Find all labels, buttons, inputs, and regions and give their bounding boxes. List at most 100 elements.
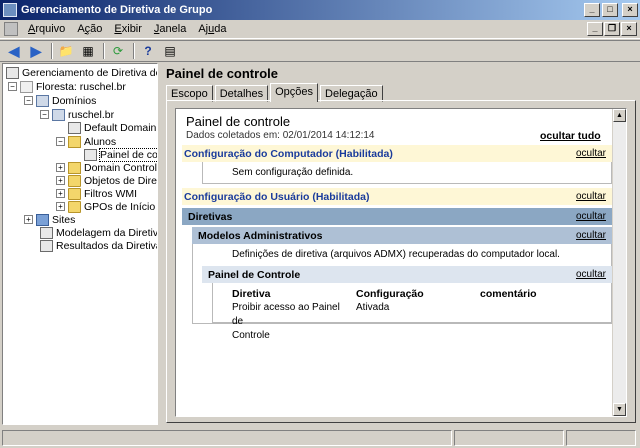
- help-icon[interactable]: ?: [138, 42, 158, 60]
- back-arrow-icon[interactable]: ◀: [4, 42, 24, 60]
- menu-janela[interactable]: Janela: [148, 23, 192, 35]
- title-bar: Gerenciamento de Diretiva de Grupo _ □ ×: [0, 0, 640, 20]
- collapse-icon[interactable]: −: [8, 82, 17, 91]
- tab-strip: Escopo Detalhes Opções Delegação: [166, 83, 385, 102]
- tree-item-gp-results[interactable]: Resultados da Diretiva de: [40, 239, 157, 252]
- toolbar: ◀ ▶ 📁 ▦ ⟳ ? ▤: [0, 40, 640, 62]
- domains-icon: [36, 94, 49, 107]
- tab-opcoes[interactable]: Opções: [270, 83, 319, 102]
- computer-config-hide-link[interactable]: ocultar: [576, 148, 612, 159]
- gpmc-app-icon: [3, 3, 17, 17]
- refresh-icon[interactable]: ⟳: [108, 42, 128, 60]
- user-config-label: Configuração do Usuário (Habilitada): [184, 190, 370, 203]
- ou-folder-icon: [68, 161, 81, 174]
- tree-item-label: Objetos de Diretiv: [84, 174, 157, 187]
- control-panel-label: Painel de Controle: [208, 268, 301, 281]
- admin-templates-hide-link[interactable]: ocultar: [576, 230, 612, 241]
- collapse-icon[interactable]: −: [40, 110, 49, 119]
- collapse-icon[interactable]: −: [24, 96, 33, 105]
- tree-item-label: Modelagem da Diretiva de: [56, 226, 158, 239]
- gpmc-icon: [6, 66, 19, 79]
- control-panel-band: Painel de Controle ocultar: [202, 266, 612, 283]
- menu-acao[interactable]: Ação: [71, 23, 108, 35]
- expand-icon[interactable]: +: [56, 176, 65, 185]
- user-config-hide-link[interactable]: ocultar: [576, 191, 612, 202]
- close-button[interactable]: ×: [622, 3, 638, 17]
- forest-icon: [20, 80, 33, 93]
- show-hide-tree-icon[interactable]: ▦: [78, 42, 98, 60]
- menu-arquivo[interactable]: Arquivo: [22, 23, 71, 35]
- folder-icon: [68, 174, 81, 187]
- admx-note-text: Definições de diretiva (arquivos ADMX) r…: [232, 249, 560, 260]
- policy-name-line1: Proibir acesso ao Painel de: [232, 302, 340, 327]
- user-config-section: Configuração do Usuário (Habilitada) ocu…: [182, 188, 612, 205]
- details-pane: Painel de controle Escopo Detalhes Opçõe…: [162, 63, 638, 425]
- tree-item-label: Resultados da Diretiva de: [56, 239, 157, 252]
- report-vertical-scrollbar[interactable]: ▲ ▼: [612, 109, 626, 416]
- menu-ajuda[interactable]: Ajuda: [192, 23, 232, 35]
- tab-panel: Painel de controle Dados coletados em: 0…: [166, 100, 636, 423]
- policies-label: Diretivas: [188, 210, 233, 223]
- tree-item-gp-modeling[interactable]: Modelagem da Diretiva de: [40, 226, 158, 239]
- col-header-comment: comentário: [480, 288, 537, 300]
- properties-icon[interactable]: ▤: [160, 42, 180, 60]
- collapse-icon[interactable]: −: [56, 137, 65, 146]
- report-title: Painel de controle: [186, 114, 291, 129]
- tree-item-label: Domínios: [52, 94, 97, 107]
- status-cell-2: [454, 430, 564, 446]
- policies-band: Diretivas ocultar: [182, 208, 612, 225]
- ou-folder-icon: [68, 135, 81, 148]
- tree-item-forest[interactable]: − Floresta: ruschel.br: [8, 80, 126, 93]
- tree-item-default-domain-policy[interactable]: Default Domain Po: [68, 121, 157, 134]
- policies-hide-link[interactable]: ocultar: [576, 211, 612, 222]
- up-folder-icon[interactable]: 📁: [56, 42, 76, 60]
- expand-icon[interactable]: +: [56, 163, 65, 172]
- tree-item-label: ruschel.br: [68, 108, 115, 121]
- tree-item-label: Default Domain Po: [84, 121, 157, 134]
- minimize-button[interactable]: _: [584, 3, 600, 17]
- results-icon: [40, 239, 53, 252]
- table-row-setting: Ativada: [356, 302, 390, 313]
- tree-item-sites[interactable]: + Sites: [24, 213, 75, 226]
- admin-templates-band: Modelos Administrativos ocultar: [192, 227, 612, 244]
- tree-item-label: Painel de contr: [98, 147, 157, 162]
- mdi-window-icon[interactable]: [4, 22, 18, 36]
- tree-item-painel-controle[interactable]: Painel de contr: [84, 147, 157, 162]
- expand-icon[interactable]: +: [56, 189, 65, 198]
- tree-item-alunos[interactable]: − Alunos: [56, 135, 116, 148]
- console-tree: Gerenciamento de Diretiva de Grupo − Flo…: [2, 63, 158, 425]
- tree-item-domains[interactable]: − Domínios: [24, 94, 96, 107]
- computer-config-section: Configuração do Computador (Habilitada) …: [182, 145, 612, 162]
- report-collected-date: Dados coletados em: 02/01/2014 14:12:14: [186, 130, 375, 141]
- scroll-up-arrow-icon[interactable]: ▲: [613, 109, 626, 122]
- pane-splitter[interactable]: [158, 63, 161, 425]
- col-header-policy: Diretiva: [232, 288, 271, 300]
- control-panel-hide-link[interactable]: ocultar: [576, 269, 612, 280]
- tree-item-label: Domain Controller: [84, 161, 157, 174]
- menu-bar: Arquivo Ação Exibir Janela Ajuda _ ❐ ×: [0, 20, 640, 39]
- folder-icon: [68, 200, 81, 213]
- scroll-down-arrow-icon[interactable]: ▼: [613, 403, 626, 416]
- sites-icon: [36, 213, 49, 226]
- tree-item-gpmc-root[interactable]: Gerenciamento de Diretiva de Grupo: [6, 66, 157, 79]
- gpo-link-icon: [68, 121, 81, 134]
- forward-arrow-icon[interactable]: ▶: [26, 42, 46, 60]
- status-cell-main: [2, 430, 452, 446]
- toolbar-separator: [51, 43, 53, 59]
- tree-item-domain[interactable]: − ruschel.br: [40, 108, 114, 121]
- hide-all-link[interactable]: ocultar tudo: [540, 130, 601, 142]
- mdi-restore-button[interactable]: ❐: [604, 22, 620, 36]
- expand-icon[interactable]: +: [56, 202, 65, 211]
- tree-item-label: Gerenciamento de Diretiva de Grupo: [22, 66, 157, 79]
- mdi-close-button[interactable]: ×: [621, 22, 637, 36]
- tree-item-label: Floresta: ruschel.br: [36, 80, 126, 93]
- tree-item-starter-gpos[interactable]: + GPOs de Início: [56, 200, 155, 213]
- expand-icon[interactable]: +: [24, 215, 33, 224]
- mdi-minimize-button[interactable]: _: [587, 22, 603, 36]
- menu-exibir[interactable]: Exibir: [108, 23, 148, 35]
- tree-item-gpo-objects[interactable]: + Objetos de Diretiv: [56, 174, 157, 187]
- window-title: Gerenciamento de Diretiva de Grupo: [21, 4, 213, 16]
- maximize-button[interactable]: □: [602, 3, 618, 17]
- tree-item-wmi-filters[interactable]: + Filtros WMI: [56, 187, 137, 200]
- tree-item-domain-controllers[interactable]: + Domain Controller: [56, 161, 157, 174]
